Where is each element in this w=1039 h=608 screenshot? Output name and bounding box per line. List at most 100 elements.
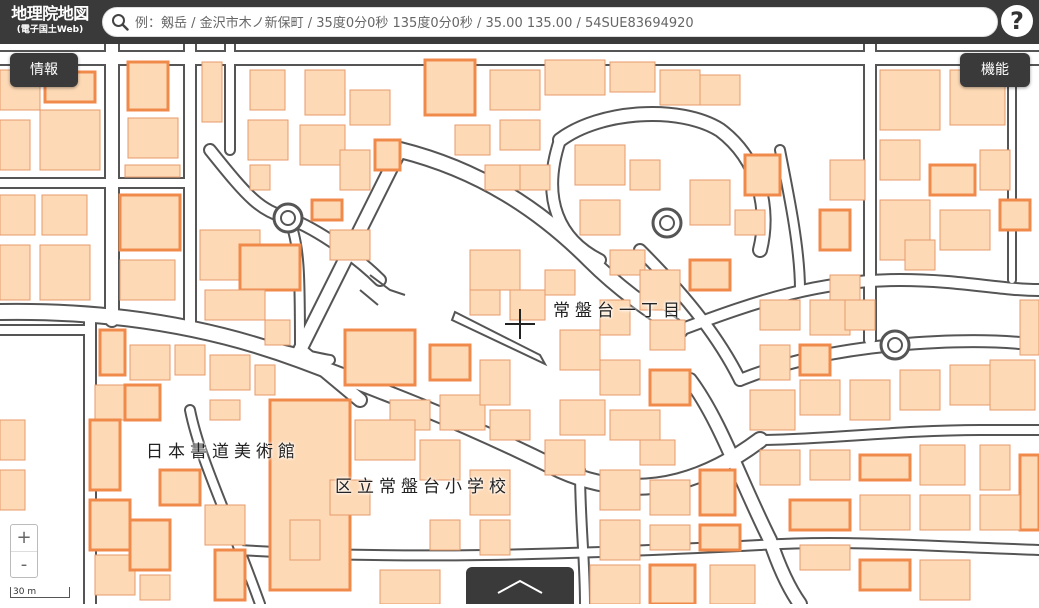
building — [39, 244, 91, 301]
building — [88, 498, 132, 552]
building — [544, 59, 606, 96]
search-box — [102, 7, 998, 37]
building — [649, 479, 691, 516]
crosshair-icon — [505, 309, 535, 339]
site-logo[interactable]: 地理院地図 (電子国土Web) — [2, 4, 98, 40]
building — [310, 198, 344, 222]
building — [304, 69, 346, 116]
building — [489, 69, 541, 111]
building — [759, 299, 801, 331]
building — [919, 444, 966, 486]
building — [1019, 299, 1039, 356]
logo-subtitle: (電子国土Web) — [16, 25, 84, 35]
functions-button[interactable]: 機能 — [960, 53, 1030, 87]
building — [979, 494, 1021, 531]
building — [124, 164, 181, 178]
building — [599, 519, 641, 561]
building — [349, 89, 391, 126]
building — [648, 368, 692, 407]
building — [209, 354, 251, 391]
building — [759, 449, 801, 486]
building — [544, 269, 576, 296]
building — [126, 60, 170, 112]
scale-bar-label: 30 m — [13, 587, 37, 597]
building — [599, 359, 641, 396]
building — [639, 439, 676, 466]
building — [289, 519, 321, 561]
zoom-in-button[interactable]: + — [11, 525, 37, 552]
building — [519, 164, 551, 191]
building — [749, 389, 796, 431]
building — [759, 344, 791, 381]
building — [879, 139, 921, 181]
building — [299, 124, 346, 166]
chevron-up-icon — [497, 579, 543, 594]
building — [354, 419, 416, 461]
building — [788, 498, 852, 532]
building — [339, 149, 371, 191]
building — [329, 229, 371, 261]
scale-bar: 30 m — [10, 584, 70, 598]
building — [919, 559, 971, 601]
building — [609, 61, 656, 93]
building — [469, 249, 521, 291]
building — [919, 494, 971, 531]
building — [1018, 453, 1039, 532]
building — [0, 469, 26, 511]
building — [139, 574, 171, 601]
building — [158, 468, 202, 507]
building — [479, 359, 511, 406]
building — [849, 379, 891, 421]
building — [709, 564, 756, 604]
zoom-control: + - — [10, 524, 38, 578]
building — [249, 164, 271, 191]
place-label-elementary-school: 区立常盤台小学校 — [335, 477, 511, 497]
building — [688, 258, 732, 292]
building — [94, 384, 126, 421]
building — [734, 209, 766, 236]
zoom-out-button[interactable]: - — [11, 552, 37, 578]
building — [264, 319, 291, 346]
building — [127, 117, 179, 159]
building — [238, 243, 302, 292]
building — [659, 69, 701, 106]
building — [0, 419, 26, 461]
building — [0, 194, 36, 236]
search-icon[interactable] — [111, 13, 129, 31]
building — [249, 69, 286, 111]
building — [979, 149, 1011, 191]
building — [544, 439, 586, 476]
building — [201, 61, 223, 123]
place-label-tokiwadai-1chome: 常盤台一丁目 — [553, 301, 685, 321]
building — [41, 194, 88, 236]
bottom-panel-toggle[interactable] — [466, 567, 574, 604]
top-bar: 地理院地図 (電子国土Web) ? — [0, 0, 1039, 44]
building — [798, 343, 832, 377]
building — [859, 494, 911, 531]
building — [428, 343, 472, 382]
search-input[interactable] — [133, 11, 987, 35]
info-button[interactable]: 情報 — [10, 53, 78, 87]
building — [574, 144, 626, 186]
building — [879, 69, 941, 131]
building — [123, 383, 162, 422]
building — [998, 198, 1032, 232]
building — [489, 409, 531, 441]
building — [579, 199, 621, 236]
building — [649, 319, 686, 351]
building — [373, 138, 402, 172]
building — [213, 548, 247, 602]
building — [209, 399, 241, 421]
building — [559, 329, 601, 371]
building — [559, 399, 606, 436]
building — [858, 558, 912, 592]
building — [499, 119, 541, 151]
building — [129, 344, 171, 381]
building — [0, 244, 31, 301]
building — [343, 328, 417, 387]
building — [119, 259, 176, 301]
building — [204, 504, 246, 546]
building — [979, 444, 1011, 491]
help-icon[interactable]: ? — [1001, 5, 1033, 37]
building — [247, 119, 289, 161]
